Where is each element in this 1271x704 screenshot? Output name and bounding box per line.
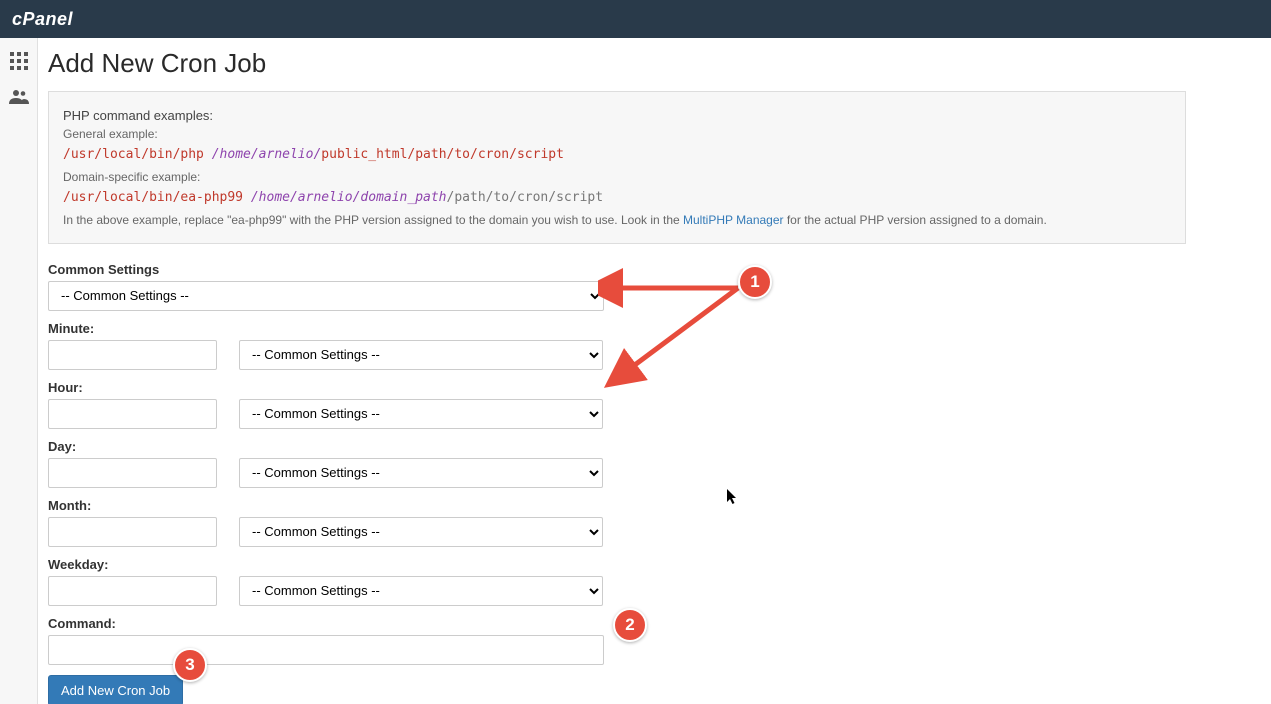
cursor-icon — [727, 489, 739, 508]
content-area: Add New Cron Job PHP command examples: G… — [38, 38, 1271, 704]
minute-input[interactable] — [48, 340, 217, 370]
hour-label: Hour: — [48, 380, 1251, 395]
month-group: Month: -- Common Settings -- — [48, 498, 1251, 547]
minute-group: Minute: -- Common Settings -- — [48, 321, 1251, 370]
month-label: Month: — [48, 498, 1251, 513]
command-input[interactable] — [48, 635, 604, 665]
hour-group: Hour: -- Common Settings -- — [48, 380, 1251, 429]
command-label: Command: — [48, 616, 1251, 631]
main-container: Add New Cron Job PHP command examples: G… — [0, 38, 1271, 704]
annotation-badge-3: 3 — [173, 648, 207, 682]
day-label: Day: — [48, 439, 1251, 454]
multiphp-manager-link[interactable]: MultiPHP Manager — [683, 213, 784, 227]
minute-label: Minute: — [48, 321, 1251, 336]
page-title: Add New Cron Job — [48, 48, 1251, 79]
day-input[interactable] — [48, 458, 217, 488]
domain-example-label: Domain-specific example: — [63, 170, 1171, 184]
month-preset-select[interactable]: -- Common Settings -- — [239, 517, 603, 547]
weekday-group: Weekday: -- Common Settings -- — [48, 557, 1251, 606]
add-cron-button[interactable]: Add New Cron Job — [48, 675, 183, 704]
common-settings-group: Common Settings -- Common Settings -- — [48, 262, 1251, 311]
minute-preset-select[interactable]: -- Common Settings -- — [239, 340, 603, 370]
day-group: Day: -- Common Settings -- — [48, 439, 1251, 488]
hour-input[interactable] — [48, 399, 217, 429]
apps-grid-icon[interactable] — [10, 52, 28, 75]
weekday-preset-select[interactable]: -- Common Settings -- — [239, 576, 603, 606]
top-header: cPanel — [0, 0, 1271, 38]
weekday-input[interactable] — [48, 576, 217, 606]
annotation-badge-1: 1 — [738, 265, 772, 299]
command-group: Command: — [48, 616, 1251, 665]
users-icon[interactable] — [9, 89, 29, 110]
php-version-note: In the above example, replace "ea-php99"… — [63, 213, 1171, 227]
common-settings-label: Common Settings — [48, 262, 1251, 277]
info-panel: PHP command examples: General example: /… — [48, 91, 1186, 244]
day-preset-select[interactable]: -- Common Settings -- — [239, 458, 603, 488]
left-sidebar — [0, 38, 38, 704]
common-settings-select[interactable]: -- Common Settings -- — [48, 281, 604, 311]
general-example-code: /usr/local/bin/php /home/arnelio/public_… — [63, 145, 1171, 166]
hour-preset-select[interactable]: -- Common Settings -- — [239, 399, 603, 429]
annotation-badge-2: 2 — [613, 608, 647, 642]
weekday-label: Weekday: — [48, 557, 1251, 572]
domain-example-code: /usr/local/bin/ea-php99 /home/arnelio/do… — [63, 188, 1171, 209]
examples-heading: PHP command examples: — [63, 108, 1171, 123]
month-input[interactable] — [48, 517, 217, 547]
cpanel-logo: cPanel — [12, 9, 73, 30]
general-example-label: General example: — [63, 127, 1171, 141]
